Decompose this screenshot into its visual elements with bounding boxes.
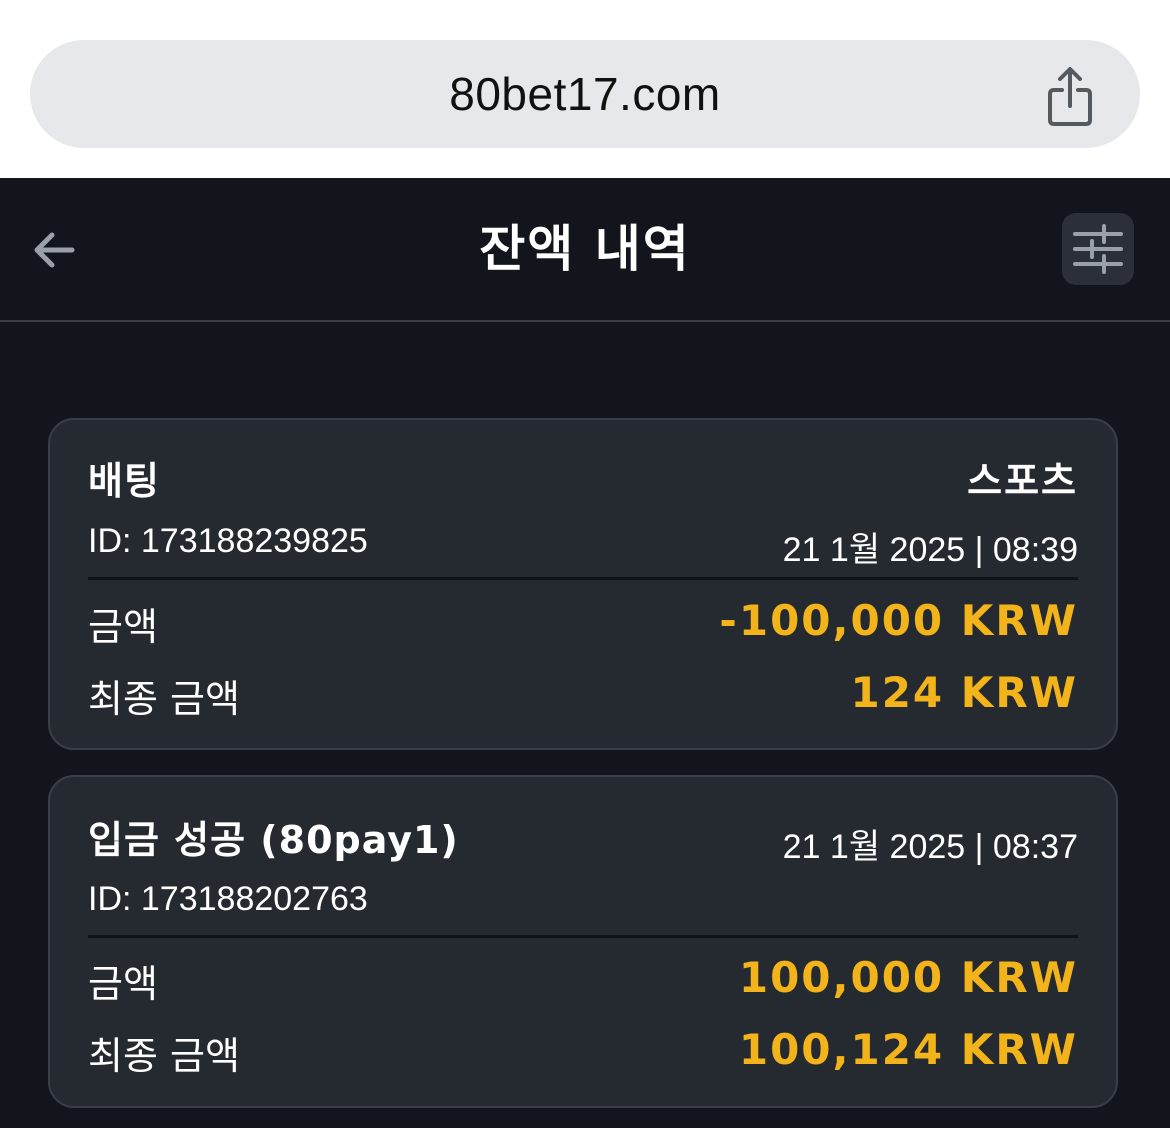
transaction-category: 스포츠 [967,459,1078,503]
transaction-id: ID: 173188239825 [88,522,368,560]
transaction-type: 배팅 [88,459,160,503]
share-icon[interactable] [1040,64,1100,128]
amount-value: 100,000 KRW [738,953,1078,1002]
amount-label: 금액 [88,962,158,1006]
final-amount-value: 100,124 KRW [738,1025,1078,1074]
amount-value: -100,000 KRW [719,596,1078,645]
sliders-icon [1073,224,1123,274]
transaction-card[interactable]: 입금 성공 (80pay1) 21 1월 2025 | 08:37 ID: 17… [48,775,1118,1108]
final-amount-label: 최종 금액 [88,677,240,721]
amount-label: 금액 [88,605,158,649]
transaction-id: ID: 173188202763 [88,880,368,918]
browser-toolbar: 80bet17.com [0,0,1170,178]
transaction-type: 입금 성공 (80pay1) [88,818,459,862]
address-bar[interactable]: 80bet17.com [30,40,1140,148]
divider [88,577,1078,580]
final-amount-label: 최종 금액 [88,1034,240,1078]
transaction-datetime: 21 1월 2025 | 08:37 [782,828,1078,866]
filter-button[interactable] [1062,213,1134,285]
url-text[interactable]: 80bet17.com [30,40,1140,148]
page-title: 잔액 내역 [479,220,691,278]
transaction-card[interactable]: 배팅 스포츠 ID: 173188239825 21 1월 2025 | 08:… [48,418,1118,750]
app-header: 잔액 내역 [0,178,1170,322]
divider [88,935,1078,938]
transaction-datetime: 21 1월 2025 | 08:39 [782,531,1078,569]
final-amount-value: 124 KRW [850,668,1078,717]
